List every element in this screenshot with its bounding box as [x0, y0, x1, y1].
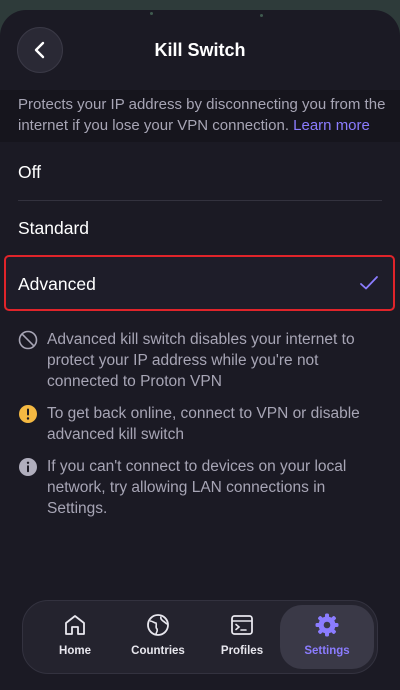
- tab-label: Profiles: [220, 645, 264, 657]
- info-icon: [19, 458, 37, 476]
- warning-icon: [19, 405, 37, 423]
- tab-label: Countries: [131, 645, 185, 657]
- option-label: Off: [18, 162, 42, 182]
- info-text: Advanced kill switch disables your inter…: [47, 331, 355, 390]
- info-row-advanced: Advanced kill switch disables your inter…: [18, 329, 384, 392]
- block-icon: [18, 330, 38, 350]
- tab-label: Home: [59, 645, 91, 657]
- option-label: Advanced: [18, 274, 96, 294]
- tab-settings[interactable]: Settings: [280, 605, 374, 669]
- home-icon: [65, 615, 85, 635]
- description-panel: Protects your IP address by disconnectin…: [0, 90, 400, 142]
- tab-home[interactable]: Home: [31, 605, 119, 669]
- option-advanced[interactable]: Advanced: [4, 255, 395, 311]
- globe-icon: [147, 614, 169, 636]
- info-text: If you can't connect to devices on your …: [47, 458, 347, 517]
- gear-icon: [315, 613, 339, 637]
- tab-profiles[interactable]: Profiles: [198, 605, 286, 669]
- kill-switch-screen: Kill Switch Protects your IP address by …: [0, 10, 400, 690]
- option-standard[interactable]: Standard: [18, 201, 382, 256]
- terminal-icon: [231, 615, 253, 635]
- info-text: To get back online, connect to VPN or di…: [47, 405, 360, 443]
- tab-countries[interactable]: Countries: [114, 605, 202, 669]
- option-off[interactable]: Off: [18, 145, 382, 200]
- info-row-warning: To get back online, connect to VPN or di…: [18, 403, 384, 445]
- header: Kill Switch: [0, 10, 400, 90]
- option-label: Standard: [18, 218, 90, 238]
- tab-label: Settings: [304, 645, 350, 657]
- info-row-lan: If you can't connect to devices on your …: [18, 456, 384, 519]
- learn-more-link[interactable]: Learn more: [293, 117, 370, 134]
- checkmark-icon: [360, 276, 378, 290]
- bottom-tab-bar: Home Countries Profiles Settings: [22, 600, 378, 674]
- page-title: Kill Switch: [154, 40, 246, 60]
- description: Protects your IP address by disconnectin…: [18, 94, 390, 136]
